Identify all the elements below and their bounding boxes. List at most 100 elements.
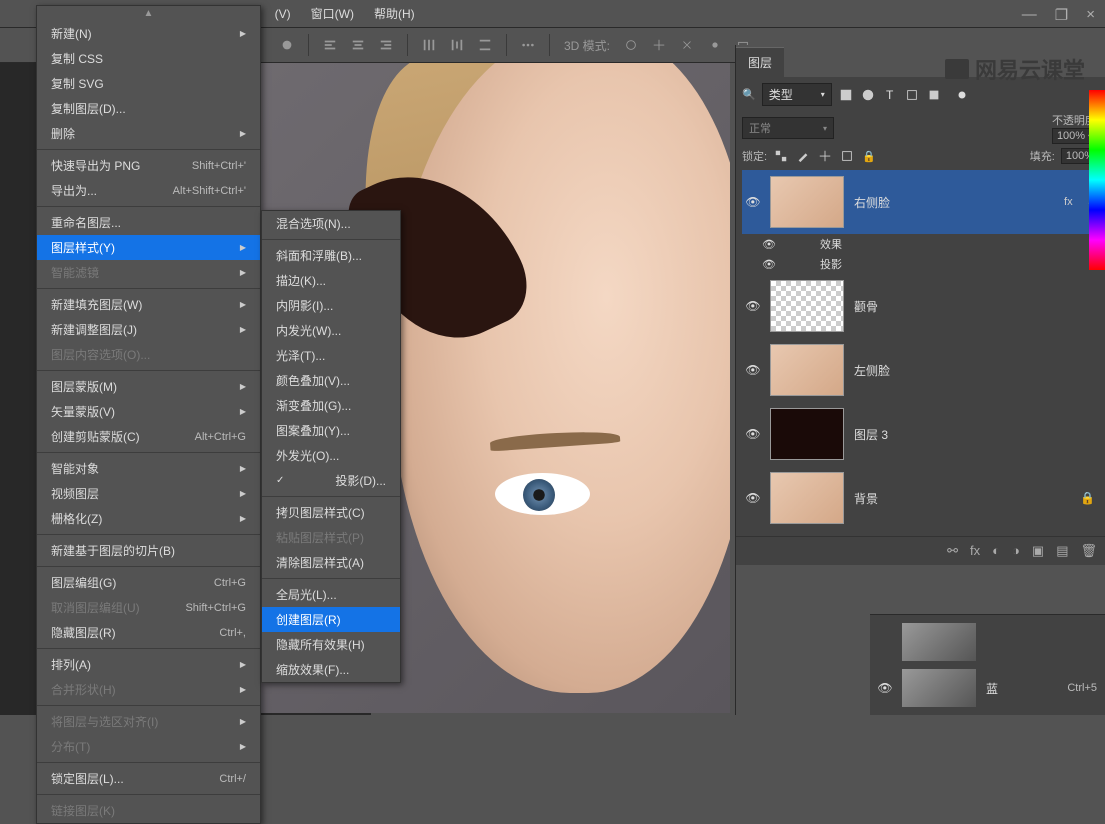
layer-thumbnail[interactable] — [770, 280, 844, 332]
layer-thumbnail[interactable] — [770, 408, 844, 460]
menu-item[interactable]: 矢量蒙版(V) — [37, 399, 260, 424]
menu-item[interactable]: 创建剪贴蒙版(C)Alt+Ctrl+G — [37, 424, 260, 449]
menu-item[interactable]: 新建填充图层(W) — [37, 292, 260, 317]
layer-thumbnail[interactable] — [770, 176, 844, 228]
menu-item[interactable]: 分布(T) — [37, 734, 260, 759]
submenu-item[interactable]: 隐藏所有效果(H) — [262, 632, 400, 657]
menu-item[interactable]: 删除 — [37, 121, 260, 146]
menu-item[interactable]: 栅格化(Z) — [37, 506, 260, 531]
menu-window[interactable]: 窗口(W) — [301, 1, 364, 26]
submenu-item[interactable]: 描边(K)... — [262, 268, 400, 293]
menu-item[interactable]: 锁定图层(L)...Ctrl+/ — [37, 766, 260, 791]
menu-item[interactable]: 隐藏图层(R)Ctrl+, — [37, 620, 260, 645]
submenu-item[interactable]: 粘贴图层样式(P) — [262, 525, 400, 550]
lock-all-icon[interactable]: 🔒 — [861, 148, 877, 164]
menu-item[interactable]: 智能滤镜 — [37, 260, 260, 285]
filter-pixel-icon[interactable] — [838, 87, 854, 103]
submenu-item[interactable]: 混合选项(N)... — [262, 211, 400, 236]
menu-item[interactable]: 图层编组(G)Ctrl+G — [37, 570, 260, 595]
filter-adjust-icon[interactable] — [860, 87, 876, 103]
orbit-icon[interactable] — [624, 38, 638, 52]
submenu-item[interactable]: 光泽(T)... — [262, 343, 400, 368]
light-icon[interactable] — [708, 38, 722, 52]
menu-item[interactable]: 新建(N) — [37, 21, 260, 46]
menu-item[interactable]: 排列(A) — [37, 652, 260, 677]
align-icon[interactable] — [323, 38, 337, 52]
fx-dropshadow-label[interactable]: 投影 — [820, 256, 842, 272]
menu-item[interactable]: 复制 CSS — [37, 46, 260, 71]
submenu-item[interactable]: 外发光(O)... — [262, 443, 400, 468]
visibility-icon[interactable]: 👁 — [746, 195, 760, 209]
visibility-icon[interactable]: 👁 — [746, 363, 760, 377]
menu-item[interactable]: 将图层与选区对齐(I) — [37, 709, 260, 734]
close-button[interactable]: × — [1086, 6, 1095, 24]
menu-item[interactable]: 链接图层(K) — [37, 798, 260, 823]
submenu-item[interactable]: 创建图层(R) — [262, 607, 400, 632]
more-icon[interactable] — [521, 38, 535, 52]
menu-item[interactable]: 快速导出为 PNGShift+Ctrl+' — [37, 153, 260, 178]
align-icon-2[interactable] — [351, 38, 365, 52]
visibility-icon[interactable]: 👁 — [746, 491, 760, 505]
lock-pos-icon[interactable] — [817, 148, 833, 164]
submenu-item[interactable]: 投影(D)... — [262, 468, 400, 493]
submenu-item[interactable]: 清除图层样式(A) — [262, 550, 400, 575]
dist-icon[interactable] — [422, 38, 436, 52]
color-spectrum[interactable] — [1089, 90, 1105, 270]
layer-row[interactable]: 👁背景🔒 — [742, 466, 1099, 530]
channel-row-blue[interactable]: 👁 蓝 Ctrl+5 — [874, 665, 1101, 711]
menu-item[interactable]: 取消图层编组(U)Shift+Ctrl+G — [37, 595, 260, 620]
submenu-item[interactable]: 渐变叠加(G)... — [262, 393, 400, 418]
minimize-button[interactable]: — — [1022, 6, 1037, 24]
adjustment-icon[interactable]: ◑ — [1012, 543, 1020, 559]
submenu-item[interactable]: 缩放效果(F)... — [262, 657, 400, 682]
visibility-icon[interactable]: 👁 — [878, 681, 892, 695]
menu-view-suffix[interactable]: (V) — [265, 3, 301, 25]
visibility-icon[interactable]: 👁 — [746, 427, 760, 441]
link-layers-icon[interactable]: ⚯ — [947, 543, 958, 559]
lock-paint-icon[interactable] — [795, 148, 811, 164]
filter-text-icon[interactable]: T — [882, 87, 898, 103]
visibility-icon[interactable]: 👁 — [746, 299, 760, 313]
filter-toggle-icon[interactable] — [954, 87, 970, 103]
brush-icon[interactable] — [280, 38, 294, 52]
menu-item[interactable]: 视频图层 — [37, 481, 260, 506]
blend-mode-dropdown[interactable]: 正常▾ — [742, 117, 834, 139]
submenu-item[interactable]: 拷贝图层样式(C) — [262, 500, 400, 525]
dist-icon-3[interactable] — [478, 38, 492, 52]
dolly-icon[interactable] — [680, 38, 694, 52]
menu-item[interactable]: 智能对象 — [37, 456, 260, 481]
submenu-item[interactable]: 颜色叠加(V)... — [262, 368, 400, 393]
lock-artboard-icon[interactable] — [839, 148, 855, 164]
menu-item[interactable]: 新建调整图层(J) — [37, 317, 260, 342]
dist-icon-2[interactable] — [450, 38, 464, 52]
menu-item[interactable]: 新建基于图层的切片(B) — [37, 538, 260, 563]
menu-item[interactable]: 复制图层(D)... — [37, 96, 260, 121]
layer-row[interactable]: 👁颧骨 — [742, 274, 1099, 338]
fx-icon[interactable]: fx — [970, 543, 980, 559]
layer-row[interactable]: 👁左侧脸 — [742, 338, 1099, 402]
menu-scroll-up[interactable]: ▲ — [37, 6, 260, 21]
menu-item[interactable]: 图层蒙版(M) — [37, 374, 260, 399]
menu-item[interactable]: 图层内容选项(O)... — [37, 342, 260, 367]
menu-help[interactable]: 帮助(H) — [364, 1, 425, 26]
menu-item[interactable]: 图层样式(Y) — [37, 235, 260, 260]
visibility-icon[interactable]: 👁 — [762, 257, 776, 271]
align-icon-3[interactable] — [379, 38, 393, 52]
submenu-item[interactable]: 图案叠加(Y)... — [262, 418, 400, 443]
menu-item[interactable]: 合并形状(H) — [37, 677, 260, 702]
fx-sub-label[interactable]: 效果 — [820, 236, 842, 252]
filter-smart-icon[interactable] — [926, 87, 942, 103]
lock-trans-icon[interactable] — [773, 148, 789, 164]
layer-row[interactable]: 👁图层 3 — [742, 402, 1099, 466]
menu-item[interactable]: 复制 SVG — [37, 71, 260, 96]
new-layer-icon[interactable]: ▤ — [1056, 543, 1068, 559]
layers-panel-tab[interactable]: 图层 — [736, 47, 784, 77]
submenu-item[interactable]: 全局光(L)... — [262, 582, 400, 607]
filter-shape-icon[interactable] — [904, 87, 920, 103]
pan-icon[interactable] — [652, 38, 666, 52]
layer-thumbnail[interactable] — [770, 472, 844, 524]
layer-thumbnail[interactable] — [770, 344, 844, 396]
trash-icon[interactable]: 🗑 — [1080, 543, 1097, 559]
fx-badge[interactable]: fx — [1064, 196, 1073, 208]
layer-filter-kind[interactable]: 类型▾ — [762, 83, 832, 106]
